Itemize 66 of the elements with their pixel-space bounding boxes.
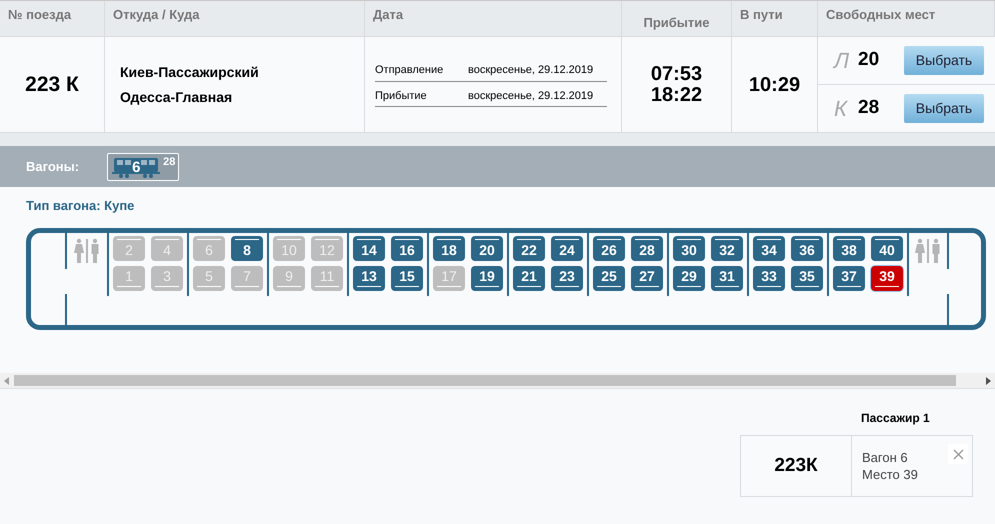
- select-button[interactable]: Выбрать: [904, 46, 984, 75]
- column-header: Дата: [373, 7, 404, 22]
- ticket-train: 223К: [774, 454, 818, 478]
- scroll-left-icon[interactable]: [3, 376, 11, 384]
- seat-button[interactable]: 23: [551, 266, 583, 290]
- date-label: Отправление: [375, 63, 444, 78]
- train-number: 223 К: [25, 72, 79, 98]
- scroll-right-icon[interactable]: [984, 376, 992, 384]
- column-header: Свободных мест: [826, 7, 936, 22]
- car-type: Тип вагона: Купе: [26, 197, 136, 215]
- seat-button[interactable]: 36: [791, 236, 823, 260]
- passenger-title: Пассажир 1: [861, 410, 931, 427]
- seat-button[interactable]: 16: [391, 236, 423, 260]
- column-header: № поезда: [8, 7, 72, 22]
- horizontal-scrollbar[interactable]: [0, 373, 995, 388]
- seat-button[interactable]: 32: [711, 236, 743, 260]
- seat-button[interactable]: 31: [711, 266, 743, 290]
- seat-button[interactable]: 8: [231, 236, 263, 260]
- seat-button[interactable]: 19: [471, 266, 503, 290]
- seat-button[interactable]: 18: [433, 236, 465, 260]
- seat-button[interactable]: 37: [833, 266, 865, 290]
- seat-info: Место 39: [862, 466, 918, 483]
- close-icon: [952, 448, 964, 460]
- seat-button[interactable]: 28: [631, 236, 663, 260]
- column-header: Откуда / Куда: [113, 7, 200, 22]
- seat-button[interactable]: 33: [753, 266, 785, 290]
- seat-button[interactable]: 20: [471, 236, 503, 260]
- seat-button[interactable]: 24: [551, 236, 583, 260]
- seat-button[interactable]: 22: [513, 236, 545, 260]
- class-letter: Л: [834, 47, 850, 75]
- close-button[interactable]: [948, 444, 968, 464]
- column-header: Прибытие: [644, 15, 710, 30]
- select-button[interactable]: Выбрать: [904, 94, 984, 123]
- date-value: воскресенье, 29.12.2019: [468, 88, 594, 104]
- class-letter: К: [834, 95, 849, 123]
- seat-button[interactable]: 27: [631, 266, 663, 290]
- free-seats-count: 28: [163, 156, 176, 168]
- wagons-label: Вагоны:: [26, 158, 80, 176]
- seat-button[interactable]: 13: [353, 266, 385, 290]
- arrival-station: Одесса-Главная: [120, 88, 234, 107]
- seat-button[interactable]: 30: [673, 236, 705, 260]
- column-header: В пути: [740, 7, 783, 22]
- seat-button[interactable]: 29: [673, 266, 705, 290]
- departure-station: Киев-Пассажирский: [120, 62, 260, 82]
- departure-time: 07:53: [650, 64, 702, 84]
- scrollbar-thumb[interactable]: [14, 375, 956, 386]
- arrival-time: 18:22: [650, 84, 702, 106]
- seat-button[interactable]: 15: [391, 266, 423, 290]
- seat-button[interactable]: 34: [753, 236, 785, 260]
- wagon-info: Вагон 6: [862, 449, 909, 466]
- date-value: воскресенье, 29.12.2019: [468, 63, 594, 78]
- seat-count: 20: [858, 48, 880, 72]
- seat-button[interactable]: 35: [791, 266, 823, 290]
- travel-duration: 10:29: [748, 72, 800, 98]
- railcar-icon: [112, 156, 160, 178]
- date-label: Прибытие: [375, 88, 428, 104]
- seat-button[interactable]: 25: [593, 266, 625, 290]
- seat-button[interactable]: 40: [871, 236, 903, 260]
- seat-button[interactable]: 26: [593, 236, 625, 260]
- seat-button[interactable]: 39: [871, 266, 903, 290]
- seat-button[interactable]: 38: [833, 236, 865, 260]
- wagon-button[interactable]: 6 28: [107, 152, 180, 180]
- wagon-number: 6: [132, 160, 140, 174]
- seat-button[interactable]: 21: [513, 266, 545, 290]
- seat-count: 28: [858, 96, 880, 120]
- seat-button[interactable]: 14: [353, 236, 385, 260]
